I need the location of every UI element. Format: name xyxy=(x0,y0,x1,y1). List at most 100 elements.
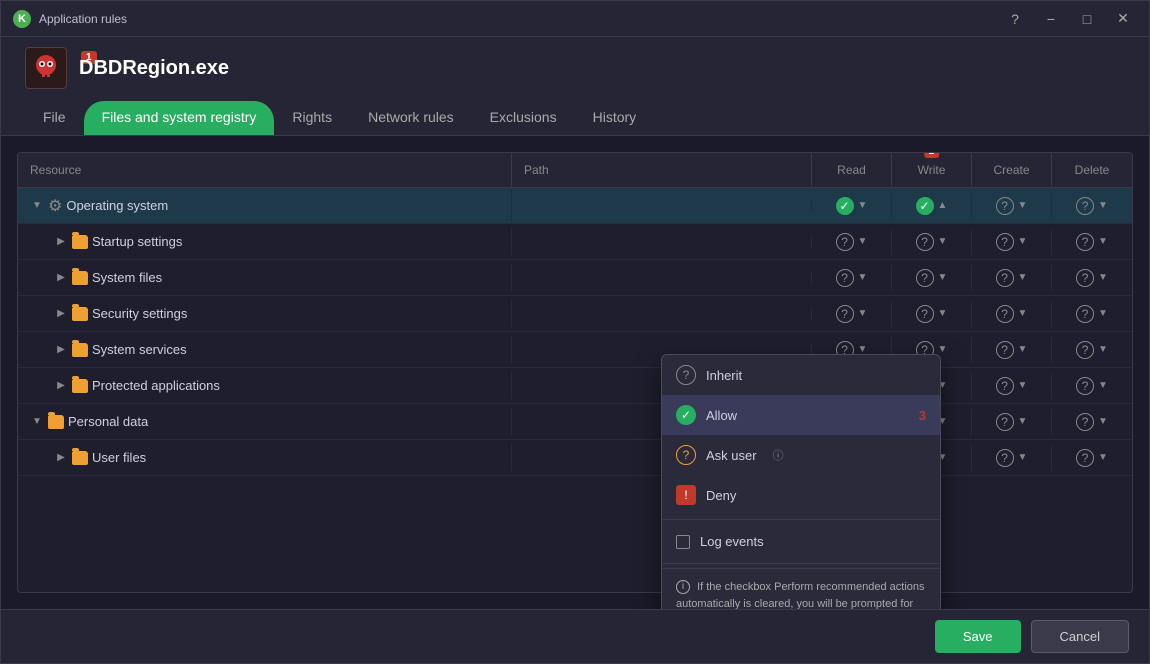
cancel-button[interactable]: Cancel xyxy=(1031,620,1129,653)
content-area: Resource Path Read Write 2 Create Delete xyxy=(1,136,1149,609)
tab-file[interactable]: File xyxy=(25,101,84,135)
table-row[interactable]: ▼ Personal data ? ▼ ? ▼ xyxy=(18,404,1132,440)
minimize-button[interactable]: − xyxy=(1037,8,1065,30)
delete-dd-personaldata[interactable]: ▼ xyxy=(1098,416,1108,427)
collapse-icon-os[interactable]: ▼ xyxy=(30,199,44,213)
create-cell-startup: ? ▼ xyxy=(972,229,1052,255)
create-dd-userfiles[interactable]: ▼ xyxy=(1018,452,1028,463)
create-dd-security[interactable]: ▼ xyxy=(1018,308,1028,319)
write-dd-sysserv[interactable]: ▼ xyxy=(938,344,948,355)
write-dropdown-os[interactable]: ▲ xyxy=(938,200,948,211)
table-row[interactable]: ▶ Security settings ? ▼ ? ▼ xyxy=(18,296,1132,332)
create-question-icon-os[interactable]: ? xyxy=(996,197,1014,215)
expand-icon-startup[interactable]: ▶ xyxy=(54,235,68,249)
allow-label: Allow xyxy=(706,408,737,423)
delete-dropdown-os[interactable]: ▼ xyxy=(1098,200,1108,211)
read-q-security[interactable]: ? xyxy=(836,305,854,323)
read-dd-startup[interactable]: ▼ xyxy=(858,236,868,247)
delete-q-sysfiles[interactable]: ? xyxy=(1076,269,1094,287)
tab-network-rules[interactable]: Network rules xyxy=(350,101,472,135)
create-q-security[interactable]: ? xyxy=(996,305,1014,323)
app-name-container: 1 DBDRegion.exe xyxy=(79,57,229,80)
table-row[interactable]: ▶ Startup settings ? ▼ ? ▼ xyxy=(18,224,1132,260)
dropdown-item-askuser[interactable]: ? Ask user ⓘ xyxy=(662,435,940,475)
app-header: 1 DBDRegion.exe File Files and system re… xyxy=(1,37,1149,136)
create-cell-security: ? ▼ xyxy=(972,301,1052,327)
resource-cell-personaldata: ▼ Personal data xyxy=(18,408,512,435)
read-dropdown-os[interactable]: ▼ xyxy=(858,200,868,211)
delete-q-protapps[interactable]: ? xyxy=(1076,377,1094,395)
write-dd-startup[interactable]: ▼ xyxy=(938,236,948,247)
table-row[interactable]: ▶ Protected applications ? ▼ ? ▼ xyxy=(18,368,1132,404)
create-dd-protapps[interactable]: ▼ xyxy=(1018,380,1028,391)
tab-bar: File Files and system registry Rights Ne… xyxy=(25,101,1125,135)
log-events-checkbox[interactable] xyxy=(676,535,690,549)
delete-dd-sysfiles[interactable]: ▼ xyxy=(1098,272,1108,283)
write-allow-icon-os[interactable]: ✓ xyxy=(916,197,934,215)
expand-icon-sysserv[interactable]: ▶ xyxy=(54,343,68,357)
table-row[interactable]: ▶ System services ? ▼ ? ▼ xyxy=(18,332,1132,368)
create-dd-startup[interactable]: ▼ xyxy=(1018,236,1028,247)
create-dropdown-os[interactable]: ▼ xyxy=(1018,200,1028,211)
save-button[interactable]: Save xyxy=(935,620,1021,653)
resource-cell-sysfiles: ▶ System files xyxy=(18,264,512,291)
tab-rights[interactable]: Rights xyxy=(274,101,350,135)
read-cell-security: ? ▼ xyxy=(812,301,892,327)
read-allow-icon-os[interactable]: ✓ xyxy=(836,197,854,215)
maximize-button[interactable]: □ xyxy=(1073,8,1101,30)
write-dd-sysfiles[interactable]: ▼ xyxy=(938,272,948,283)
delete-question-icon-os[interactable]: ? xyxy=(1076,197,1094,215)
write-q-security[interactable]: ? xyxy=(916,305,934,323)
expand-icon-security[interactable]: ▶ xyxy=(54,307,68,321)
create-q-startup[interactable]: ? xyxy=(996,233,1014,251)
dropdown-item-inherit[interactable]: ? Inherit xyxy=(662,355,940,395)
read-dd-security[interactable]: ▼ xyxy=(858,308,868,319)
delete-q-startup[interactable]: ? xyxy=(1076,233,1094,251)
create-dd-sysfiles[interactable]: ▼ xyxy=(1018,272,1028,283)
create-dd-personaldata[interactable]: ▼ xyxy=(1018,416,1028,427)
write-q-startup[interactable]: ? xyxy=(916,233,934,251)
table-row[interactable]: ▶ System files ? ▼ ? ▼ xyxy=(18,260,1132,296)
expand-icon-sysfiles[interactable]: ▶ xyxy=(54,271,68,285)
expand-icon-userfiles[interactable]: ▶ xyxy=(54,451,68,465)
delete-dd-security[interactable]: ▼ xyxy=(1098,308,1108,319)
tab-exclusions[interactable]: Exclusions xyxy=(472,101,575,135)
tab-files-registry[interactable]: Files and system registry xyxy=(84,101,275,135)
folder-icon-sysserv xyxy=(72,343,88,357)
write-q-sysfiles[interactable]: ? xyxy=(916,269,934,287)
delete-dd-userfiles[interactable]: ▼ xyxy=(1098,452,1108,463)
delete-dd-sysserv[interactable]: ▼ xyxy=(1098,344,1108,355)
row-label-userfiles: User files xyxy=(92,450,146,465)
help-button[interactable]: ? xyxy=(1001,8,1029,30)
read-q-startup[interactable]: ? xyxy=(836,233,854,251)
write-dd-security[interactable]: ▼ xyxy=(938,308,948,319)
delete-dd-protapps[interactable]: ▼ xyxy=(1098,380,1108,391)
table-row[interactable]: ▼ ⚙ Operating system ✓ ▼ ✓ ▲ xyxy=(18,188,1132,224)
read-q-sysfiles[interactable]: ? xyxy=(836,269,854,287)
read-dd-sysfiles[interactable]: ▼ xyxy=(858,272,868,283)
allow-icon: ✓ xyxy=(676,405,696,425)
create-q-personaldata[interactable]: ? xyxy=(996,413,1014,431)
write-badge: 2 xyxy=(924,152,940,158)
dropdown-item-allow[interactable]: ✓ Allow 3 xyxy=(662,395,940,435)
delete-q-security[interactable]: ? xyxy=(1076,305,1094,323)
delete-q-userfiles[interactable]: ? xyxy=(1076,449,1094,467)
create-q-sysfiles[interactable]: ? xyxy=(996,269,1014,287)
create-q-sysserv[interactable]: ? xyxy=(996,341,1014,359)
tab-history[interactable]: History xyxy=(575,101,655,135)
create-q-userfiles[interactable]: ? xyxy=(996,449,1014,467)
create-q-protapps[interactable]: ? xyxy=(996,377,1014,395)
log-events-row[interactable]: Log events xyxy=(662,524,940,559)
table-row[interactable]: ▶ User files ? ▼ ? ▼ xyxy=(18,440,1132,476)
read-cell-startup: ? ▼ xyxy=(812,229,892,255)
delete-dd-startup[interactable]: ▼ xyxy=(1098,236,1108,247)
row-label-startup: Startup settings xyxy=(92,234,182,249)
close-button[interactable]: ✕ xyxy=(1109,8,1137,30)
create-dd-sysserv[interactable]: ▼ xyxy=(1018,344,1028,355)
delete-q-sysserv[interactable]: ? xyxy=(1076,341,1094,359)
create-cell-protapps: ? ▼ xyxy=(972,373,1052,399)
dropdown-item-deny[interactable]: ! Deny xyxy=(662,475,940,515)
collapse-icon-personaldata[interactable]: ▼ xyxy=(30,415,44,429)
delete-q-personaldata[interactable]: ? xyxy=(1076,413,1094,431)
expand-icon-protapps[interactable]: ▶ xyxy=(54,379,68,393)
